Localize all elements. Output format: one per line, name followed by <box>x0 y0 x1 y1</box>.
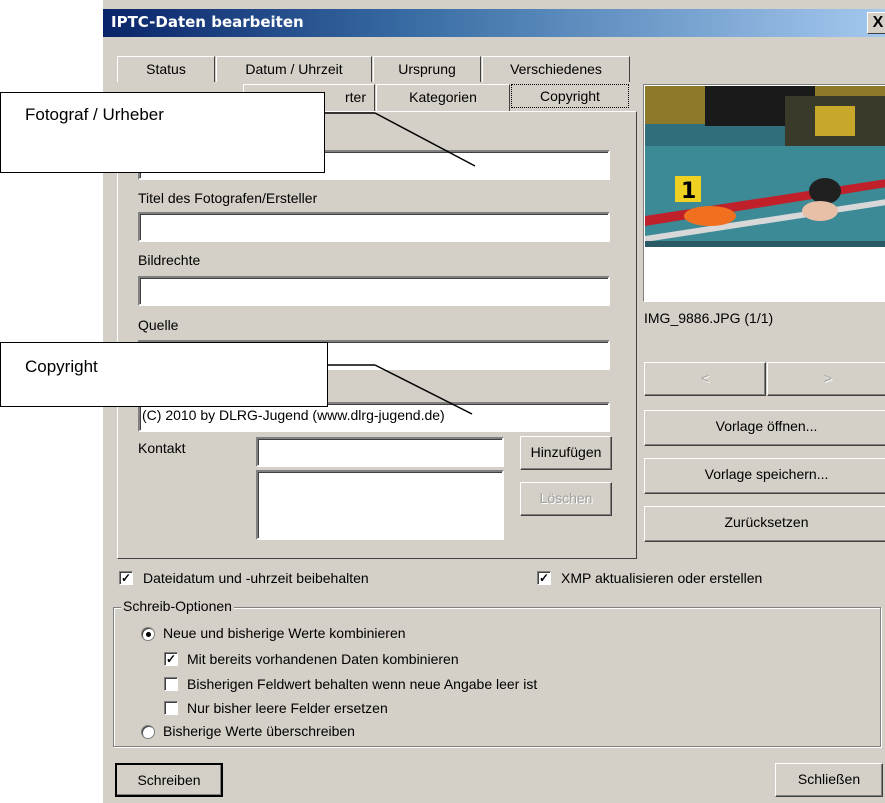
titel-field[interactable] <box>138 212 610 242</box>
tab-kategorien[interactable]: Kategorien <box>376 84 510 111</box>
svg-text:1: 1 <box>681 179 696 204</box>
kontakt-input[interactable] <box>256 437 504 467</box>
callout-fotograf-text: Fotograf / Urheber <box>25 105 164 124</box>
nur-leere-label: Nur bisher leere Felder ersetzen <box>187 700 388 716</box>
preview-image: 1 <box>645 86 885 302</box>
tab-verschiedenes[interactable]: Verschiedenes <box>482 56 630 82</box>
tab-status[interactable]: Status <box>117 56 215 82</box>
dateidatum-checkbox[interactable]: ✓ <box>119 571 133 585</box>
tab-datum-uhrzeit[interactable]: Datum / Uhrzeit <box>216 56 372 82</box>
dialog-title: IPTC-Daten bearbeiten <box>111 13 304 31</box>
kombinieren-radio[interactable] <box>141 627 155 641</box>
xmp-label: XMP aktualisieren oder erstellen <box>561 570 763 586</box>
vorlage-speichern-button[interactable]: Vorlage speichern... <box>644 458 885 494</box>
prev-button[interactable]: < <box>644 362 766 396</box>
xmp-checkbox[interactable]: ✓ <box>537 571 551 585</box>
schreib-optionen-title: Schreib-Optionen <box>121 598 234 614</box>
preview-filename: IMG_9886.JPG (1/1) <box>644 310 774 326</box>
kontakt-list[interactable] <box>256 470 504 540</box>
schreiben-button[interactable]: Schreiben <box>115 763 223 797</box>
titel-label: Titel des Fotografen/Ersteller <box>138 190 318 206</box>
callout-copyright: Copyright <box>0 342 328 407</box>
bisherigen-feldwert-label: Bisherigen Feldwert behalten wenn neue A… <box>187 676 538 692</box>
zuruecksetzen-button[interactable]: Zurücksetzen <box>644 506 885 542</box>
tab-ursprung[interactable]: Ursprung <box>373 56 481 82</box>
nur-leere-checkbox[interactable] <box>164 701 178 715</box>
callout-fotograf: Fotograf / Urheber <box>0 92 325 173</box>
loeschen-button[interactable]: Löschen <box>520 482 612 516</box>
copyright-panel: Titel des Fotografen/Ersteller Bildrecht… <box>117 111 637 559</box>
mit-vorhandenen-checkbox[interactable]: ✓ <box>164 652 178 666</box>
bildrechte-field[interactable] <box>138 276 610 306</box>
ueberschreiben-radio[interactable] <box>141 725 155 739</box>
kontakt-label: Kontakt <box>138 440 186 456</box>
bisherigen-feldwert-checkbox[interactable] <box>164 677 178 691</box>
kombinieren-label: Neue und bisherige Werte kombinieren <box>163 625 406 641</box>
title-bar[interactable]: IPTC-Daten bearbeiten X <box>103 9 885 37</box>
mit-vorhandenen-label: Mit bereits vorhandenen Daten kombiniere… <box>187 651 459 667</box>
dateidatum-label: Dateidatum und -uhrzeit beibehalten <box>143 570 369 586</box>
close-button[interactable]: X <box>867 12 885 34</box>
hinzufuegen-button[interactable]: Hinzufügen <box>520 436 612 470</box>
schliessen-button[interactable]: Schließen <box>775 763 883 797</box>
next-button[interactable]: > <box>767 362 885 396</box>
ueberschreiben-label: Bisherige Werte überschreiben <box>163 723 355 739</box>
bildrechte-label: Bildrechte <box>138 252 201 268</box>
callout-copyright-text: Copyright <box>25 357 98 376</box>
tab-copyright[interactable]: Copyright <box>511 84 629 108</box>
quelle-label: Quelle <box>138 317 179 333</box>
preview-frame: 1 <box>643 84 885 302</box>
vorlage-oeffnen-button[interactable]: Vorlage öffnen... <box>644 410 885 446</box>
